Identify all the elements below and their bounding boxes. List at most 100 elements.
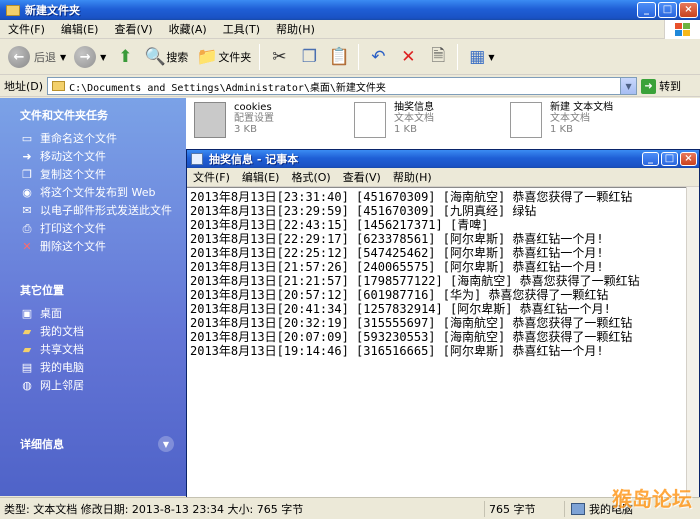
- menu-bar: 文件(F) 编辑(E) 查看(V) 收藏(A) 工具(T) 帮助(H): [0, 20, 700, 39]
- back-dropdown-icon[interactable]: ▼: [60, 53, 66, 62]
- file-item-cookies[interactable]: cookies 配置设置 3 KB: [194, 102, 274, 138]
- text-line: 2013年8月13日[23:31:40] [451670309] [海南航空] …: [190, 190, 633, 204]
- address-dropdown-icon[interactable]: ▼: [620, 78, 637, 94]
- task-copy[interactable]: ❐ 复制这个文件: [20, 168, 186, 186]
- text-line: 2013年8月13日[23:29:59] [451670309] [九阴真经] …: [190, 204, 537, 218]
- task-publish[interactable]: ◉ 将这个文件发布到 Web: [20, 186, 186, 204]
- menu-file[interactable]: 文件(F): [0, 21, 53, 37]
- notepad-close-button[interactable]: ×: [680, 152, 697, 166]
- file-type: 配置设置: [234, 113, 274, 124]
- maximize-button[interactable]: □: [658, 2, 677, 18]
- forward-dropdown-icon[interactable]: ▼: [100, 53, 106, 62]
- menu-view[interactable]: 查看(V): [106, 21, 160, 37]
- network-icon: ◍: [22, 378, 32, 392]
- search-button[interactable]: 🔍 搜索: [140, 42, 192, 72]
- rename-icon: ▭: [21, 131, 33, 145]
- text-line: 2013年8月13日[19:14:46] [316516665] [阿尔卑斯] …: [190, 344, 604, 358]
- file-name: 新建 文本文档: [550, 102, 614, 113]
- notepad-maximize-button[interactable]: □: [661, 152, 678, 166]
- place-label: 共享文档: [40, 343, 84, 356]
- other-places-list: ▣ 桌面 ▰ 我的文档 ▰ 共享文档 ▤ 我的电脑 ◍ 网上邻居: [0, 303, 186, 403]
- file-item-lottery-info[interactable]: 抽奖信息 文本文档 1 KB: [354, 102, 434, 138]
- task-move[interactable]: ➜ 移动这个文件: [20, 150, 186, 168]
- task-delete[interactable]: ✕ 删除这个文件: [20, 240, 186, 258]
- print-icon: ⎙: [22, 221, 32, 235]
- cut-button[interactable]: ✂: [264, 42, 294, 72]
- place-my-documents[interactable]: ▰ 我的文档: [20, 325, 186, 343]
- notepad-title-bar[interactable]: 抽奖信息 - 记事本 _ □ ×: [187, 150, 699, 168]
- notepad-menu-help[interactable]: 帮助(H): [387, 169, 438, 185]
- file-name: cookies: [234, 102, 272, 113]
- properties-button[interactable]: 🗎: [423, 42, 453, 72]
- file-type: 文本文档: [394, 113, 434, 124]
- windows-logo-icon: [664, 20, 700, 39]
- details-header[interactable]: 详细信息 ▼: [0, 431, 186, 457]
- task-print[interactable]: ⎙ 打印这个文件: [20, 222, 186, 240]
- go-arrow-icon: ➜: [641, 78, 657, 94]
- notepad-menu-file[interactable]: 文件(F): [187, 169, 236, 185]
- copy-button[interactable]: ❐: [294, 42, 324, 72]
- place-desktop[interactable]: ▣ 桌面: [20, 307, 186, 325]
- text-line: 2013年8月13日[22:29:17] [623378561] [阿尔卑斯] …: [190, 232, 604, 246]
- forward-button[interactable]: → ▼: [70, 42, 110, 72]
- other-places-header[interactable]: 其它位置: [0, 277, 186, 303]
- file-tasks-list: ▭ 重命名这个文件 ➜ 移动这个文件 ❐ 复制这个文件 ◉ 将这个文件发布到 Web ✉…: [0, 128, 186, 264]
- task-label: 以电子邮件形式发送此文件: [40, 204, 172, 217]
- address-bar: 地址(D) C:\Documents and Settings\Administ…: [0, 76, 700, 97]
- text-line: 2013年8月13日[21:57:26] [240065575] [阿尔卑斯] …: [190, 260, 604, 274]
- properties-icon: 🗎: [431, 45, 446, 66]
- notepad-menu-edit[interactable]: 编辑(E): [236, 169, 286, 185]
- publish-icon: ◉: [22, 185, 32, 199]
- menu-favorites[interactable]: 收藏(A): [161, 21, 215, 37]
- notepad-menu-format[interactable]: 格式(O): [285, 169, 336, 185]
- place-label: 我的文档: [40, 325, 84, 338]
- task-rename[interactable]: ▭ 重命名这个文件: [20, 132, 186, 150]
- folders-icon: 📁: [196, 47, 218, 67]
- folder-icon: [6, 4, 20, 16]
- up-button[interactable]: ⬆: [110, 42, 140, 72]
- address-input[interactable]: C:\Documents and Settings\Administrator\…: [47, 77, 638, 95]
- text-line: 2013年8月13日[20:07:09] [593230553] [海南航空] …: [190, 330, 633, 344]
- text-file-icon: [510, 102, 542, 138]
- notepad-title: 抽奖信息 - 记事本: [209, 153, 299, 166]
- paste-button[interactable]: 📋: [324, 42, 354, 72]
- delete-button[interactable]: ✕: [393, 42, 423, 72]
- menu-edit[interactable]: 编辑(E): [53, 21, 107, 37]
- views-button[interactable]: ▦ ▼: [462, 42, 498, 72]
- status-size: 765 字节: [484, 500, 564, 517]
- back-button[interactable]: ← 后退 ▼: [4, 42, 70, 72]
- desktop-icon: ▣: [21, 306, 33, 320]
- file-size: 1 KB: [550, 124, 573, 135]
- notepad-menu-view[interactable]: 查看(V): [337, 169, 387, 185]
- place-label: 桌面: [40, 307, 62, 320]
- folders-button[interactable]: 📁 文件夹: [192, 42, 255, 72]
- file-tasks-header[interactable]: 文件和文件夹任务: [0, 102, 186, 128]
- delete-icon: ✕: [22, 239, 32, 253]
- go-label: 转到: [659, 80, 682, 93]
- chevron-down-icon[interactable]: ▼: [158, 436, 174, 452]
- watermark-logo: 猴岛论坛: [612, 487, 692, 511]
- text-line: 2013年8月13日[22:25:12] [547425462] [阿尔卑斯] …: [190, 246, 604, 260]
- scissors-icon: ✂: [272, 47, 287, 67]
- go-button[interactable]: ➜ 转到: [641, 78, 681, 94]
- place-my-computer[interactable]: ▤ 我的电脑: [20, 361, 186, 379]
- address-path[interactable]: C:\Documents and Settings\Administrator\…: [69, 79, 620, 94]
- minimize-button[interactable]: _: [637, 2, 656, 18]
- file-size: 1 KB: [394, 124, 417, 135]
- file-type: 文本文档: [550, 113, 590, 124]
- paste-icon: 📋: [328, 47, 350, 67]
- explorer-title-bar[interactable]: 新建文件夹 _ □ ×: [0, 0, 700, 20]
- place-network[interactable]: ◍ 网上邻居: [20, 379, 186, 397]
- menu-tools[interactable]: 工具(T): [215, 21, 268, 37]
- other-places-title: 其它位置: [20, 284, 64, 297]
- file-item-new-text[interactable]: 新建 文本文档 文本文档 1 KB: [510, 102, 613, 138]
- menu-help[interactable]: 帮助(H): [268, 21, 323, 37]
- task-email[interactable]: ✉ 以电子邮件形式发送此文件: [20, 204, 186, 222]
- place-shared-documents[interactable]: ▰ 共享文档: [20, 343, 186, 361]
- undo-button[interactable]: ↶: [363, 42, 393, 72]
- close-button[interactable]: ×: [679, 2, 698, 18]
- notepad-text-area[interactable]: 2013年8月13日[23:31:40] [451670309] [海南航空] …: [187, 187, 687, 497]
- notepad-scrollbar[interactable]: [686, 187, 699, 497]
- back-arrow-icon: ←: [8, 46, 30, 68]
- notepad-minimize-button[interactable]: _: [642, 152, 659, 166]
